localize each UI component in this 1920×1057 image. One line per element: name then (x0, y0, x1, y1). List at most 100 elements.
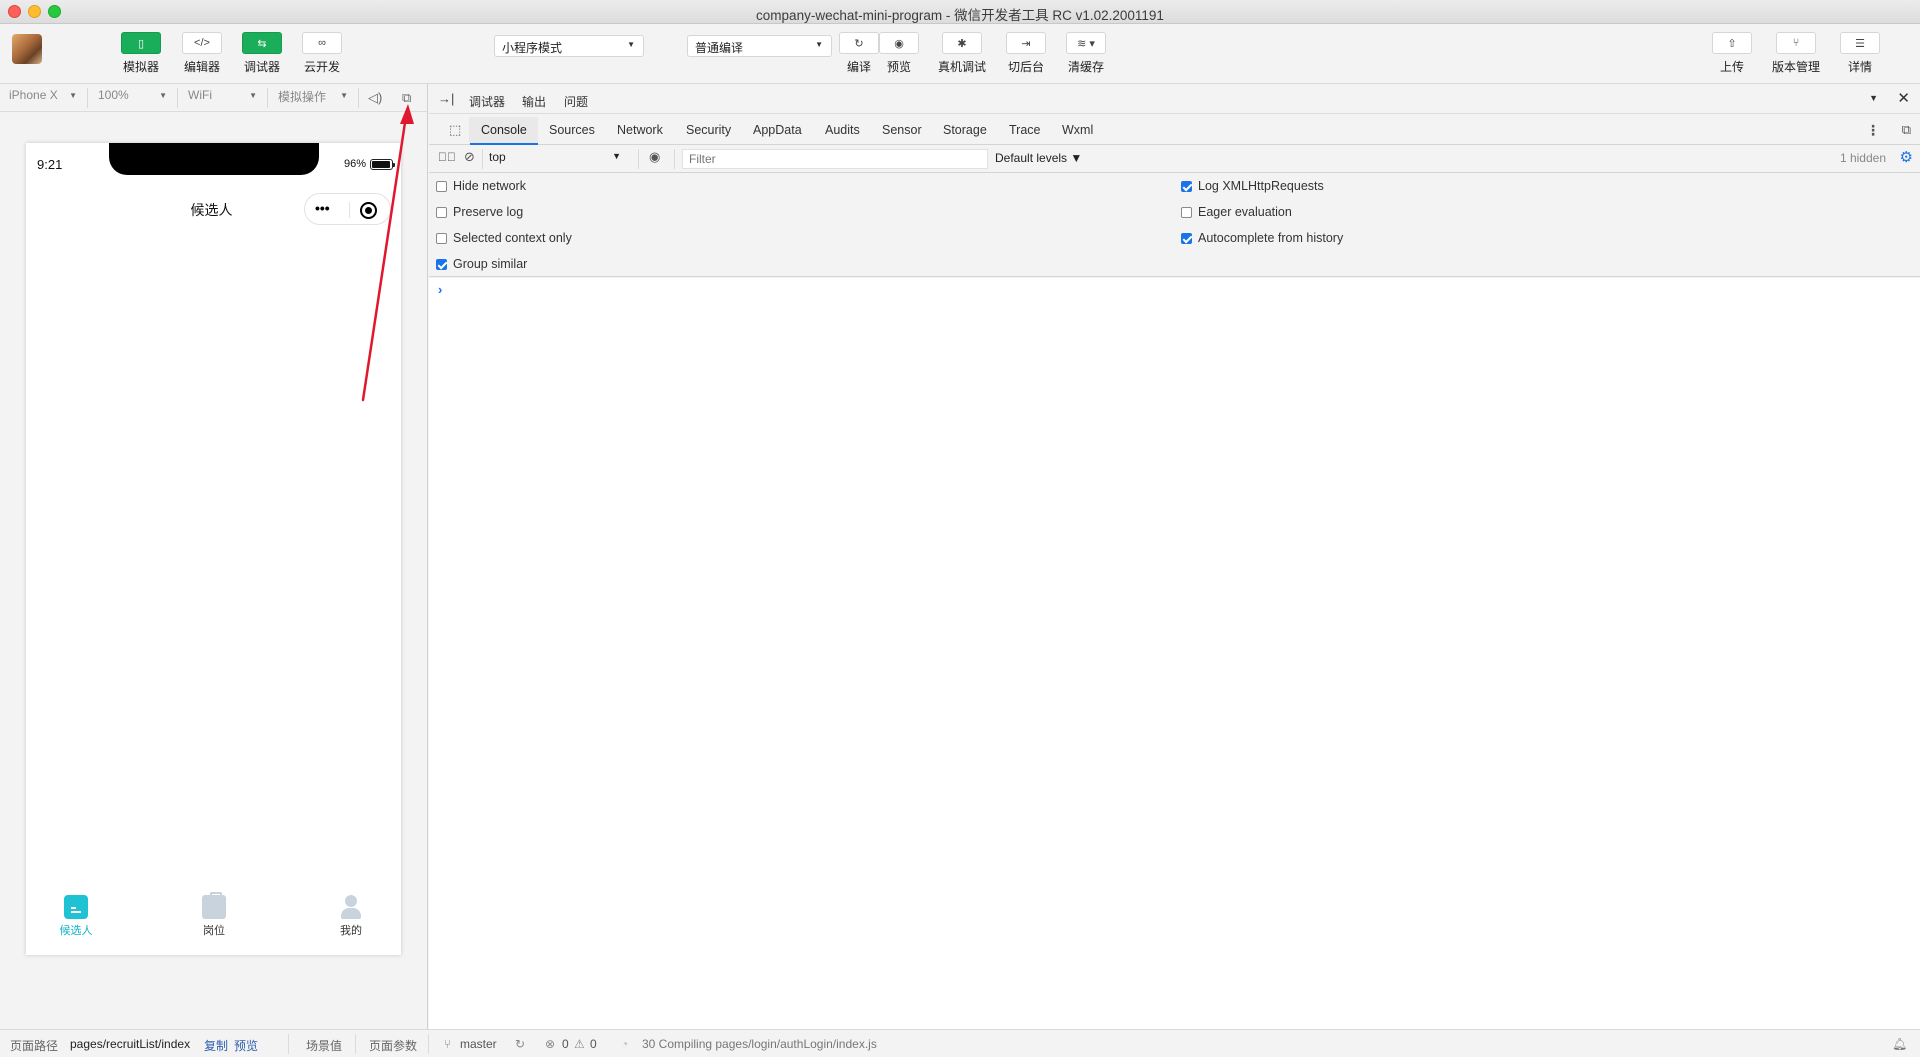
console-toolbar: ▷⃞ ⊘ top ▼ ◉ Default levels ▼ 1 hidden ⚙ (429, 145, 1920, 173)
simulator-button[interactable]: ▯ 模拟器 (112, 32, 170, 75)
scene-button[interactable]: 场景值 (306, 1037, 342, 1054)
editor-label: 编辑器 (183, 60, 220, 74)
tab-mine[interactable]: 我的 (321, 895, 381, 938)
page-params-button[interactable]: 页面参数 (369, 1037, 417, 1054)
checkbox[interactable] (1181, 232, 1192, 244)
gear-icon[interactable]: ⚙ (1900, 148, 1913, 166)
checkbox[interactable] (436, 232, 447, 244)
tab-positions[interactable]: 岗位 (184, 892, 244, 938)
mode-select-value: 小程序模式 (502, 41, 563, 55)
clear-console-icon[interactable]: ⊘ (464, 149, 475, 165)
cloud-upload-icon: ⇧ (1727, 37, 1737, 50)
option-preserve-log[interactable]: Preserve log (436, 205, 523, 219)
option-hide-network[interactable]: Hide network (436, 179, 526, 193)
tab-console[interactable]: Console (470, 123, 538, 145)
inspect-element-icon[interactable]: ⬚ (449, 122, 461, 138)
annotation-arrow (361, 104, 414, 402)
tab-sensor[interactable]: Sensor (882, 123, 922, 137)
tab-audits[interactable]: Audits (825, 123, 860, 137)
checkbox[interactable] (436, 258, 447, 270)
tab-security[interactable]: Security (686, 123, 731, 137)
background-label: 切后台 (1007, 60, 1044, 74)
upload-button[interactable]: ⇧ 上传 (1703, 32, 1761, 75)
git-branch-icon: ⑂ (444, 1037, 452, 1051)
device-select-value: iPhone X (9, 88, 58, 102)
tab-issues[interactable]: 问题 (564, 93, 588, 110)
tab-candidates[interactable]: 候选人 (46, 895, 106, 938)
window-title: company-wechat-mini-program - 微信开发者工具 RC… (756, 8, 1164, 23)
copy-path-link[interactable]: 复制 (204, 1037, 228, 1054)
option-group-similar[interactable]: Group similar (436, 257, 527, 271)
undock-icon[interactable]: ⧉ (1902, 122, 1911, 138)
warning-count[interactable]: 0 (590, 1037, 597, 1051)
zoom-select[interactable]: 100% ▼ (89, 88, 178, 108)
branch-icon: ⑂ (1792, 37, 1800, 49)
warning-icon: ⚠ (574, 1037, 585, 1051)
devtools-header: →| 调试器 输出 问题 ▼ ✕ (429, 84, 1920, 119)
network-select[interactable]: WiFi ▼ (179, 88, 268, 108)
bell-icon[interactable]: 🔔︎ (1892, 1037, 1907, 1051)
chevron-down-icon: ▼ (612, 151, 621, 161)
checkbox[interactable] (436, 206, 447, 218)
more-dots-icon[interactable]: ••• (315, 200, 330, 216)
upload-label: 上传 (1719, 60, 1744, 74)
checkbox[interactable] (436, 180, 447, 192)
tab-storage[interactable]: Storage (943, 123, 987, 137)
details-button[interactable]: ☰ 详情 (1831, 32, 1889, 75)
debug-toggle-icon: ⇆ (257, 37, 267, 50)
tab-trace[interactable]: Trace (1009, 123, 1041, 137)
spinner-icon: ◔ (621, 1037, 629, 1051)
option-label: Preserve log (453, 205, 524, 219)
tab-bar: 候选人 岗位 我的 (26, 889, 401, 955)
option-autocomplete[interactable]: Autocomplete from history (1181, 231, 1343, 245)
background-button[interactable]: ⇥ 切后台 (997, 32, 1055, 75)
device-select[interactable]: iPhone X ▼ (0, 88, 88, 108)
tab-candidates-label: 候选人 (59, 925, 93, 937)
version-button[interactable]: ⑂ 版本管理 (1767, 32, 1825, 75)
filter-input[interactable] (682, 149, 988, 169)
option-eager-eval[interactable]: Eager evaluation (1181, 205, 1292, 219)
remote-debug-button[interactable]: ✱ 真机调试 (933, 32, 991, 75)
close-icon[interactable]: ✕ (1897, 89, 1910, 107)
error-count[interactable]: 0 (562, 1037, 569, 1051)
phone-notch (109, 143, 319, 175)
log-levels-select[interactable]: Default levels ▼ (995, 151, 1082, 165)
chevron-down-icon: ▼ (249, 91, 257, 100)
cloud-dev-button[interactable]: ∞ 云开发 (293, 32, 351, 75)
console-output[interactable]: › (429, 278, 1920, 1029)
title-bar: company-wechat-mini-program - 微信开发者工具 RC… (0, 0, 1920, 24)
checkbox[interactable] (1181, 206, 1192, 218)
debugger-button[interactable]: ⇆ 调试器 (233, 32, 291, 75)
tab-appdata[interactable]: AppData (753, 123, 802, 137)
tab-sources[interactable]: Sources (549, 123, 595, 137)
switch-background-icon: ⇥ (1021, 37, 1031, 50)
option-log-xhr[interactable]: Log XMLHttpRequests (1181, 179, 1324, 193)
sidebar-toggle-icon[interactable]: ▷⃞ (438, 150, 456, 164)
git-branch[interactable]: master (460, 1037, 497, 1051)
tab-wxml[interactable]: Wxml (1062, 123, 1093, 137)
eye-icon[interactable]: ◉ (649, 149, 660, 165)
context-select[interactable]: top ▼ (489, 150, 621, 164)
cloud-dev-label: 云开发 (303, 60, 340, 74)
kebab-menu-icon[interactable]: ⋮ (1866, 122, 1880, 139)
refresh-icon: ↻ (854, 37, 864, 50)
tab-network[interactable]: Network (617, 123, 663, 137)
compile-mode-select[interactable]: 普通编译 ▼ (687, 35, 832, 57)
dock-collapse-icon[interactable]: →| (438, 91, 454, 106)
clear-cache-button[interactable]: ≋ ▾ 清缓存 (1057, 32, 1115, 75)
phone-icon: ▯ (137, 37, 145, 50)
tab-output[interactable]: 输出 (522, 93, 546, 110)
preview-path-link[interactable]: 预览 (234, 1037, 258, 1054)
devtools-panel-tabs: ⬚ Console Sources Network Security AppDa… (429, 117, 1920, 145)
checkbox[interactable] (1181, 180, 1192, 192)
tab-debugger[interactable]: 调试器 (469, 93, 506, 119)
chevron-down-icon[interactable]: ▼ (1869, 93, 1878, 103)
option-selected-context[interactable]: Selected context only (436, 231, 572, 245)
operation-select[interactable]: 模拟操作 ▼ (269, 88, 359, 108)
sync-icon[interactable]: ↻ (515, 1037, 525, 1051)
console-prompt[interactable]: › (438, 282, 442, 297)
editor-button[interactable]: </> 编辑器 (173, 32, 231, 75)
preview-button[interactable]: ◉ 预览 (870, 32, 928, 75)
user-avatar[interactable] (12, 34, 42, 64)
mode-select[interactable]: 小程序模式 ▼ (494, 35, 644, 57)
